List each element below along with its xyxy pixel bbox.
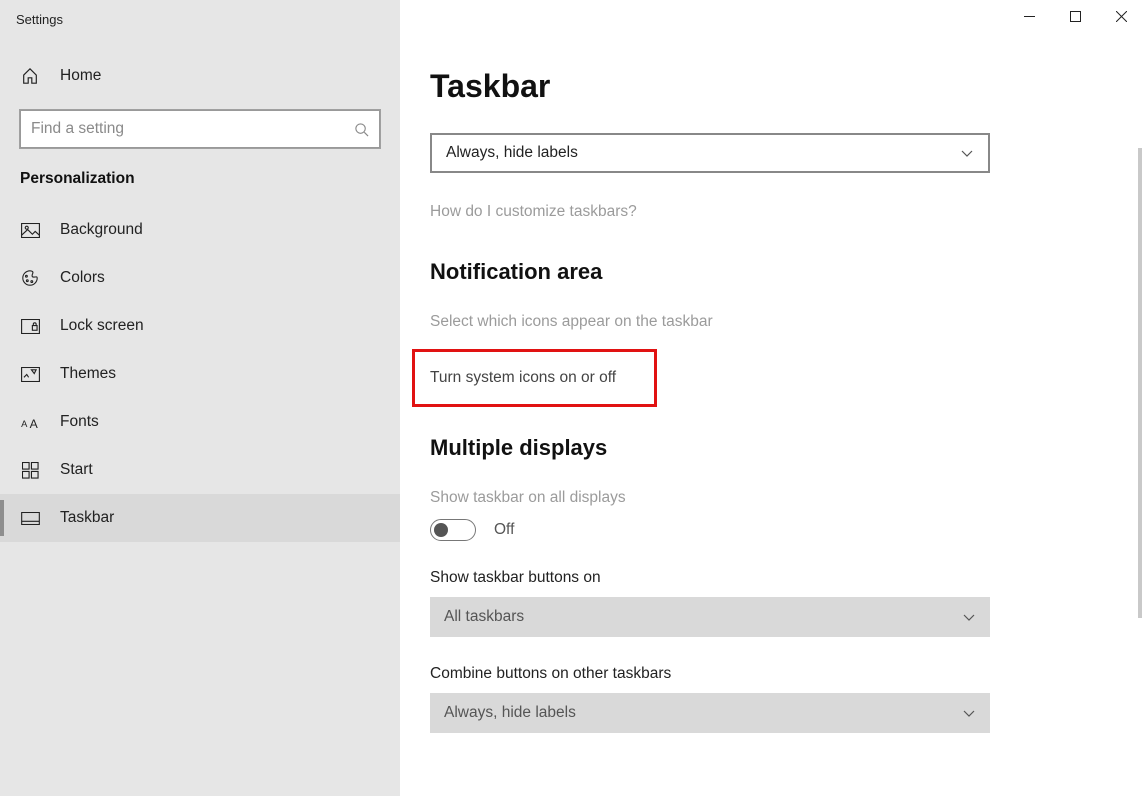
scrollbar[interactable] <box>1138 148 1142 618</box>
combine-other-label: Combine buttons on other taskbars <box>430 665 1144 683</box>
search-input[interactable] <box>21 111 343 147</box>
sidebar-item-label: Colors <box>60 269 105 287</box>
titlebar-controls <box>400 0 1144 38</box>
sidebar-item-lock-screen[interactable]: Lock screen <box>0 302 400 350</box>
highlighted-link-box: Turn system icons on or off <box>412 349 657 407</box>
show-taskbar-all-toggle-row: Off <box>430 519 1144 541</box>
content-pane: Taskbar Always, hide labels How do I cus… <box>400 38 1144 796</box>
search-icon <box>343 122 379 137</box>
system-icons-link[interactable]: Turn system icons on or off <box>430 369 616 387</box>
themes-icon <box>20 364 40 384</box>
sidebar-item-label: Taskbar <box>60 509 114 527</box>
sidebar-nav-list: Background Colors Lock screen <box>0 206 400 542</box>
lock-screen-icon <box>20 316 40 336</box>
help-link[interactable]: How do I customize taskbars? <box>430 203 1144 221</box>
sidebar-item-taskbar[interactable]: Taskbar <box>0 494 400 542</box>
svg-text:A: A <box>21 419 28 429</box>
body-area: Home Personalization Background <box>0 38 1144 796</box>
sidebar-home[interactable]: Home <box>0 52 400 100</box>
sidebar-home-label: Home <box>60 67 101 85</box>
sidebar-item-label: Fonts <box>60 413 99 431</box>
app-title: Settings <box>16 12 63 27</box>
settings-window: Settings Home <box>0 0 1144 796</box>
sidebar-item-label: Background <box>60 221 143 239</box>
select-value: Always, hide labels <box>444 704 576 722</box>
sidebar-item-fonts[interactable]: AA Fonts <box>0 398 400 446</box>
palette-icon <box>20 268 40 288</box>
chevron-down-icon <box>960 146 974 160</box>
sidebar-item-label: Themes <box>60 365 116 383</box>
sidebar-section-title: Personalization <box>0 148 400 192</box>
select-value: Always, hide labels <box>446 144 578 162</box>
taskbar-icon <box>20 508 40 528</box>
sidebar: Home Personalization Background <box>0 38 400 796</box>
combine-other-select[interactable]: Always, hide labels <box>430 693 990 733</box>
titlebar-title-area: Settings <box>0 0 400 38</box>
sidebar-item-background[interactable]: Background <box>0 206 400 254</box>
minimize-button[interactable] <box>1006 0 1052 32</box>
show-buttons-on-label: Show taskbar buttons on <box>430 569 1144 587</box>
search-wrap <box>0 110 400 148</box>
fonts-icon: AA <box>20 412 40 432</box>
svg-text:A: A <box>29 417 38 430</box>
titlebar: Settings <box>0 0 1144 38</box>
picture-icon <box>20 220 40 240</box>
combine-buttons-select[interactable]: Always, hide labels <box>430 133 990 173</box>
page-title: Taskbar <box>430 68 1144 105</box>
sidebar-item-colors[interactable]: Colors <box>0 254 400 302</box>
select-icons-link[interactable]: Select which icons appear on the taskbar <box>430 313 1144 331</box>
toggle-state: Off <box>494 521 514 539</box>
maximize-button[interactable] <box>1052 0 1098 32</box>
notification-area-heading: Notification area <box>430 259 1144 285</box>
home-icon <box>20 66 40 86</box>
search-box[interactable] <box>20 110 380 148</box>
show-buttons-on-select[interactable]: All taskbars <box>430 597 990 637</box>
close-button[interactable] <box>1098 0 1144 32</box>
sidebar-item-themes[interactable]: Themes <box>0 350 400 398</box>
show-taskbar-all-label: Show taskbar on all displays <box>430 489 1144 507</box>
sidebar-item-label: Start <box>60 461 93 479</box>
chevron-down-icon <box>962 610 976 624</box>
sidebar-item-label: Lock screen <box>60 317 144 335</box>
start-icon <box>20 460 40 480</box>
chevron-down-icon <box>962 706 976 720</box>
sidebar-item-start[interactable]: Start <box>0 446 400 494</box>
select-value: All taskbars <box>444 608 524 626</box>
multiple-displays-heading: Multiple displays <box>430 435 1144 461</box>
show-taskbar-all-toggle[interactable] <box>430 519 476 541</box>
